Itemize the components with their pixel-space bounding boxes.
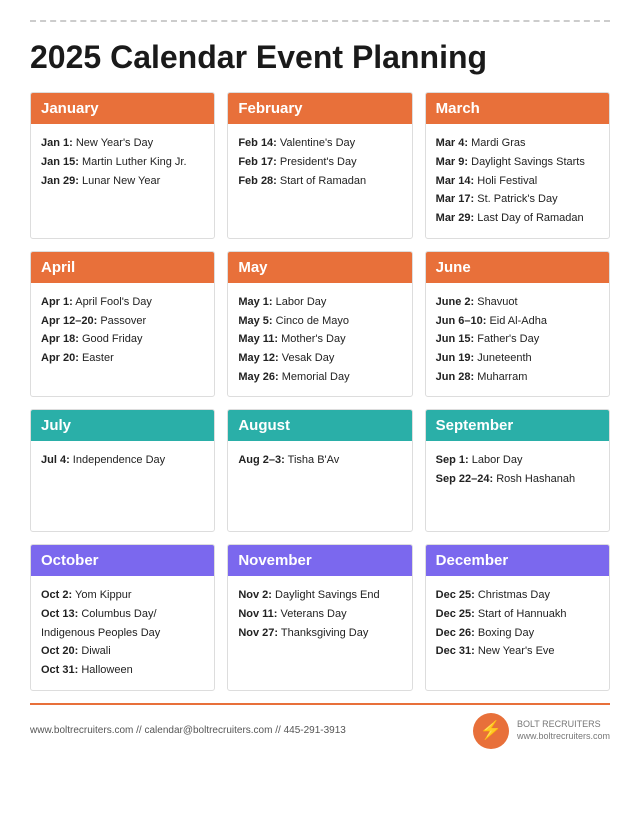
event-line: May 1: Labor Day [238, 293, 401, 312]
event-line: Jan 29: Lunar New Year [41, 172, 204, 191]
month-header-september: September [426, 410, 609, 441]
event-line: Jun 19: Juneteenth [436, 349, 599, 368]
event-line: Oct 2: Yom Kippur [41, 586, 204, 605]
event-line: Mar 17: St. Patrick's Day [436, 190, 599, 209]
event-line: Nov 11: Veterans Day [238, 605, 401, 624]
month-card-october: OctoberOct 2: Yom KippurOct 13: Columbus… [30, 544, 215, 690]
month-card-march: MarchMar 4: Mardi GrasMar 9: Daylight Sa… [425, 92, 610, 238]
event-line: Nov 2: Daylight Savings End [238, 586, 401, 605]
month-body-may: May 1: Labor DayMay 5: Cinco de MayoMay … [228, 283, 411, 396]
brand-icon: ⚡ [473, 713, 509, 749]
event-line: Feb 28: Start of Ramadan [238, 172, 401, 191]
event-line: Feb 14: Valentine's Day [238, 134, 401, 153]
brand-section: ⚡ BOLT RECRUITERS www.boltrecruiters.com [473, 713, 610, 749]
footer: www.boltrecruiters.com // calendar@boltr… [30, 703, 610, 749]
top-border [30, 20, 610, 22]
event-line: Mar 14: Holi Festival [436, 172, 599, 191]
month-body-july: Jul 4: Independence Day [31, 441, 214, 531]
footer-contact: www.boltrecruiters.com // calendar@boltr… [30, 725, 346, 736]
page-title: 2025 Calendar Event Planning [30, 38, 610, 76]
month-header-october: October [31, 545, 214, 576]
event-line: Jan 1: New Year's Day [41, 134, 204, 153]
month-card-november: NovemberNov 2: Daylight Savings EndNov 1… [227, 544, 412, 690]
event-line: May 11: Mother's Day [238, 330, 401, 349]
event-line: Apr 20: Easter [41, 349, 204, 368]
month-header-june: June [426, 252, 609, 283]
event-line: Mar 4: Mardi Gras [436, 134, 599, 153]
calendar-grid-q3: July Jul 4: Independence Day August Aug 2–3… [30, 409, 610, 532]
month-body-august: Aug 2–3: Tisha B'Av [228, 441, 411, 531]
month-header-may: May [228, 252, 411, 283]
month-header-february: February [228, 93, 411, 124]
event-line: Feb 17: President's Day [238, 153, 401, 172]
calendar-grid-q1: JanuaryJan 1: New Year's DayJan 15: Mart… [30, 92, 610, 238]
month-header-april: April [31, 252, 214, 283]
month-header-january: January [31, 93, 214, 124]
event-line: May 5: Cinco de Mayo [238, 312, 401, 331]
month-body-october: Oct 2: Yom KippurOct 13: Columbus Day/ I… [31, 576, 214, 689]
event-line: Nov 27: Thanksgiving Day [238, 624, 401, 643]
event-line: Mar 9: Daylight Savings Starts [436, 153, 599, 172]
month-body-june: June 2: ShavuotJun 6–10: Eid Al-AdhaJun … [426, 283, 609, 396]
month-card-december: DecemberDec 25: Christmas DayDec 25: Sta… [425, 544, 610, 690]
event-line: Oct 20: Diwali [41, 642, 204, 661]
month-card-april: AprilApr 1: April Fool's DayApr 12–20: P… [30, 251, 215, 397]
month-card-january: JanuaryJan 1: New Year's DayJan 15: Mart… [30, 92, 215, 238]
month-card-september: SeptemberSep 1: Labor DaySep 22–24: Rosh… [425, 409, 610, 532]
event-line: Dec 31: New Year's Eve [436, 642, 599, 661]
event-line: Mar 29: Last Day of Ramadan [436, 209, 599, 228]
month-header-july: July [31, 410, 214, 441]
event-line: Jan 15: Martin Luther King Jr. [41, 153, 204, 172]
event-line: Dec 26: Boxing Day [436, 624, 599, 643]
event-line: Apr 18: Good Friday [41, 330, 204, 349]
month-body-january: Jan 1: New Year's DayJan 15: Martin Luth… [31, 124, 214, 214]
month-body-september: Sep 1: Labor DaySep 22–24: Rosh Hashanah [426, 441, 609, 531]
event-line: Oct 31: Halloween [41, 661, 204, 680]
month-header-december: December [426, 545, 609, 576]
event-line: Dec 25: Start of Hannuakh [436, 605, 599, 624]
event-line: Jun 28: Muharram [436, 368, 599, 387]
event-line: Jun 6–10: Eid Al-Adha [436, 312, 599, 331]
event-line: Oct 13: Columbus Day/ Indigenous Peoples… [41, 605, 204, 642]
event-line: Sep 22–24: Rosh Hashanah [436, 470, 599, 489]
brand-info: BOLT RECRUITERS www.boltrecruiters.com [517, 719, 610, 742]
event-line: Jun 15: Father's Day [436, 330, 599, 349]
month-card-july: July Jul 4: Independence Day [30, 409, 215, 532]
month-header-november: November [228, 545, 411, 576]
event-line: May 26: Memorial Day [238, 368, 401, 387]
month-body-march: Mar 4: Mardi GrasMar 9: Daylight Savings… [426, 124, 609, 237]
month-card-february: FebruaryFeb 14: Valentine's DayFeb 17: P… [227, 92, 412, 238]
month-header-march: March [426, 93, 609, 124]
month-card-august: August Aug 2–3: Tisha B'Av [227, 409, 412, 532]
calendar-grid-q4: OctoberOct 2: Yom KippurOct 13: Columbus… [30, 544, 610, 690]
event-line: May 12: Vesak Day [238, 349, 401, 368]
brand-site: www.boltrecruiters.com [517, 731, 610, 743]
calendar-grid-q2: AprilApr 1: April Fool's DayApr 12–20: P… [30, 251, 610, 397]
month-card-june: JuneJune 2: ShavuotJun 6–10: Eid Al-Adha… [425, 251, 610, 397]
event-line: Dec 25: Christmas Day [436, 586, 599, 605]
event-line: Aug 2–3: Tisha B'Av [238, 451, 401, 470]
event-line: Apr 1: April Fool's Day [41, 293, 204, 312]
month-header-august: August [228, 410, 411, 441]
month-card-may: MayMay 1: Labor DayMay 5: Cinco de MayoM… [227, 251, 412, 397]
event-line: June 2: Shavuot [436, 293, 599, 312]
month-body-april: Apr 1: April Fool's DayApr 12–20: Passov… [31, 283, 214, 378]
month-body-november: Nov 2: Daylight Savings EndNov 11: Veter… [228, 576, 411, 666]
event-line: Jul 4: Independence Day [41, 451, 204, 470]
event-line: Apr 12–20: Passover [41, 312, 204, 331]
month-body-february: Feb 14: Valentine's DayFeb 17: President… [228, 124, 411, 214]
event-line: Sep 1: Labor Day [436, 451, 599, 470]
brand-name: BOLT RECRUITERS [517, 719, 610, 731]
month-body-december: Dec 25: Christmas DayDec 25: Start of Ha… [426, 576, 609, 671]
